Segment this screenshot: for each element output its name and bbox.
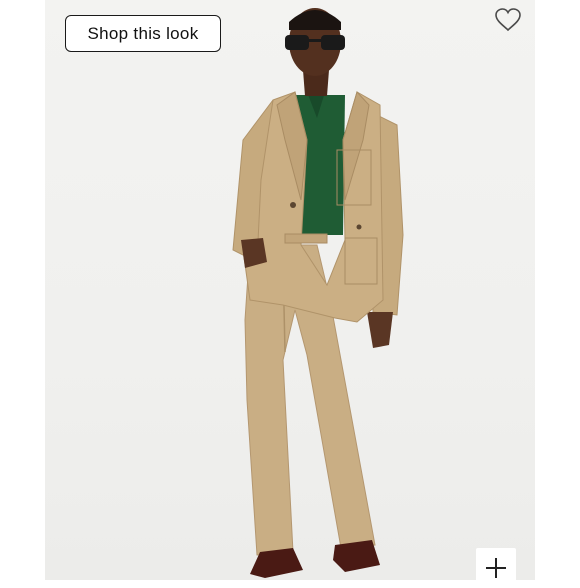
shop-this-look-button[interactable]: Shop this look [65, 15, 221, 52]
plus-icon [486, 558, 506, 578]
heart-outline-icon[interactable] [494, 7, 522, 33]
model-illustration [232, 8, 404, 578]
product-photo [45, 0, 535, 580]
zoom-plus-button[interactable] [476, 548, 516, 588]
